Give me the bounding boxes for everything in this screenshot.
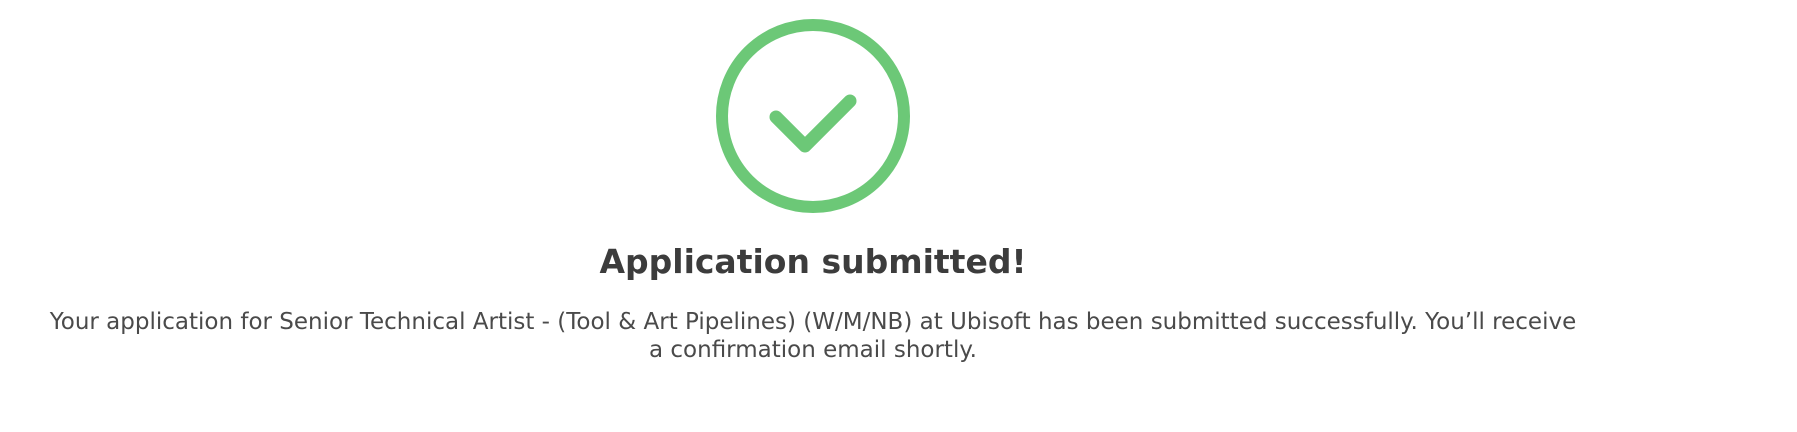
confirmation-panel: Application submitted! Your application … [0,0,1640,432]
page-title: Application submitted! [599,242,1027,281]
confirmation-message: Your application for Senior Technical Ar… [49,309,1577,363]
check-circle-icon [713,16,913,216]
